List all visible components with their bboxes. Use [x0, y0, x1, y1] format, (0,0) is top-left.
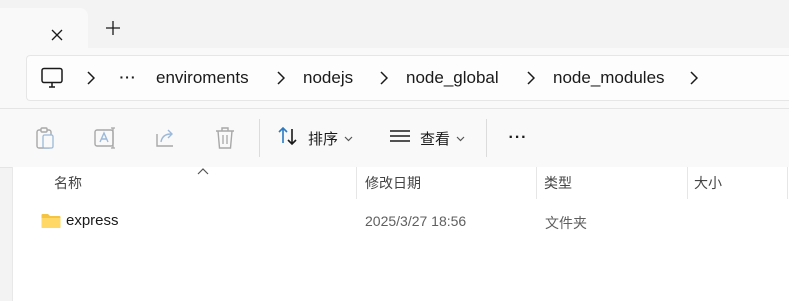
- more-options-button[interactable]: ···: [505, 127, 531, 149]
- column-divider[interactable]: [356, 167, 357, 199]
- new-tab-plus-icon[interactable]: [102, 17, 124, 39]
- sort-ascending-icon: [197, 163, 209, 175]
- file-modified-date: 2025/3/27 18:56: [365, 213, 467, 229]
- breadcrumb-enviroments[interactable]: enviroments: [156, 68, 249, 88]
- folder-icon: [41, 213, 61, 229]
- sort-icon: [277, 125, 299, 152]
- delete-icon[interactable]: [212, 125, 238, 151]
- rename-icon[interactable]: [92, 125, 118, 151]
- chevron-right-icon[interactable]: [687, 69, 701, 87]
- overflow-crumbs-button[interactable]: ···: [117, 64, 139, 90]
- breadcrumb-nodejs[interactable]: nodejs: [303, 68, 353, 88]
- column-divider[interactable]: [787, 167, 788, 199]
- column-divider[interactable]: [687, 167, 688, 199]
- address-row: ··· enviroments nodejs node_global node_…: [0, 48, 789, 108]
- sort-button[interactable]: 排序: [277, 123, 353, 153]
- title-bar: [0, 0, 789, 48]
- toolbar-divider: [486, 119, 487, 157]
- chevron-right-icon[interactable]: [274, 69, 288, 87]
- column-header-type[interactable]: 类型: [544, 167, 572, 199]
- chevron-right-icon[interactable]: [524, 69, 538, 87]
- column-divider[interactable]: [536, 167, 537, 199]
- active-tab[interactable]: [0, 8, 88, 48]
- column-header-row: 名称 修改日期 类型 大小: [13, 167, 789, 199]
- address-bar[interactable]: ··· enviroments nodejs node_global node_…: [26, 55, 789, 101]
- column-header-size[interactable]: 大小: [694, 167, 722, 199]
- column-header-modified[interactable]: 修改日期: [365, 167, 421, 199]
- breadcrumb-node-modules[interactable]: node_modules: [553, 68, 665, 88]
- view-button[interactable]: 查看: [389, 123, 465, 153]
- chevron-right-icon[interactable]: [377, 69, 391, 87]
- chevron-right-icon[interactable]: [84, 69, 98, 87]
- share-icon[interactable]: [153, 125, 179, 151]
- column-header-name[interactable]: 名称: [54, 167, 82, 199]
- close-tab-icon[interactable]: [47, 25, 67, 45]
- sort-label: 排序: [308, 130, 339, 148]
- breadcrumb-node-global[interactable]: node_global: [406, 68, 499, 88]
- file-type: 文件夹: [545, 215, 587, 231]
- copy-icon[interactable]: [32, 125, 58, 151]
- file-name: express: [66, 212, 119, 229]
- chevron-down-icon: [456, 129, 465, 147]
- view-list-icon: [389, 125, 411, 152]
- file-row[interactable]: express 2025/3/27 18:56 文件夹: [13, 205, 789, 239]
- this-pc-icon[interactable]: [40, 67, 64, 89]
- chevron-down-icon: [344, 129, 353, 147]
- file-list: 名称 修改日期 类型 大小 express 2025/3/27 18:56 文件…: [12, 167, 789, 301]
- view-label: 查看: [420, 130, 451, 148]
- command-bar: 排序 查看 ···: [0, 108, 789, 168]
- toolbar-divider: [259, 119, 260, 157]
